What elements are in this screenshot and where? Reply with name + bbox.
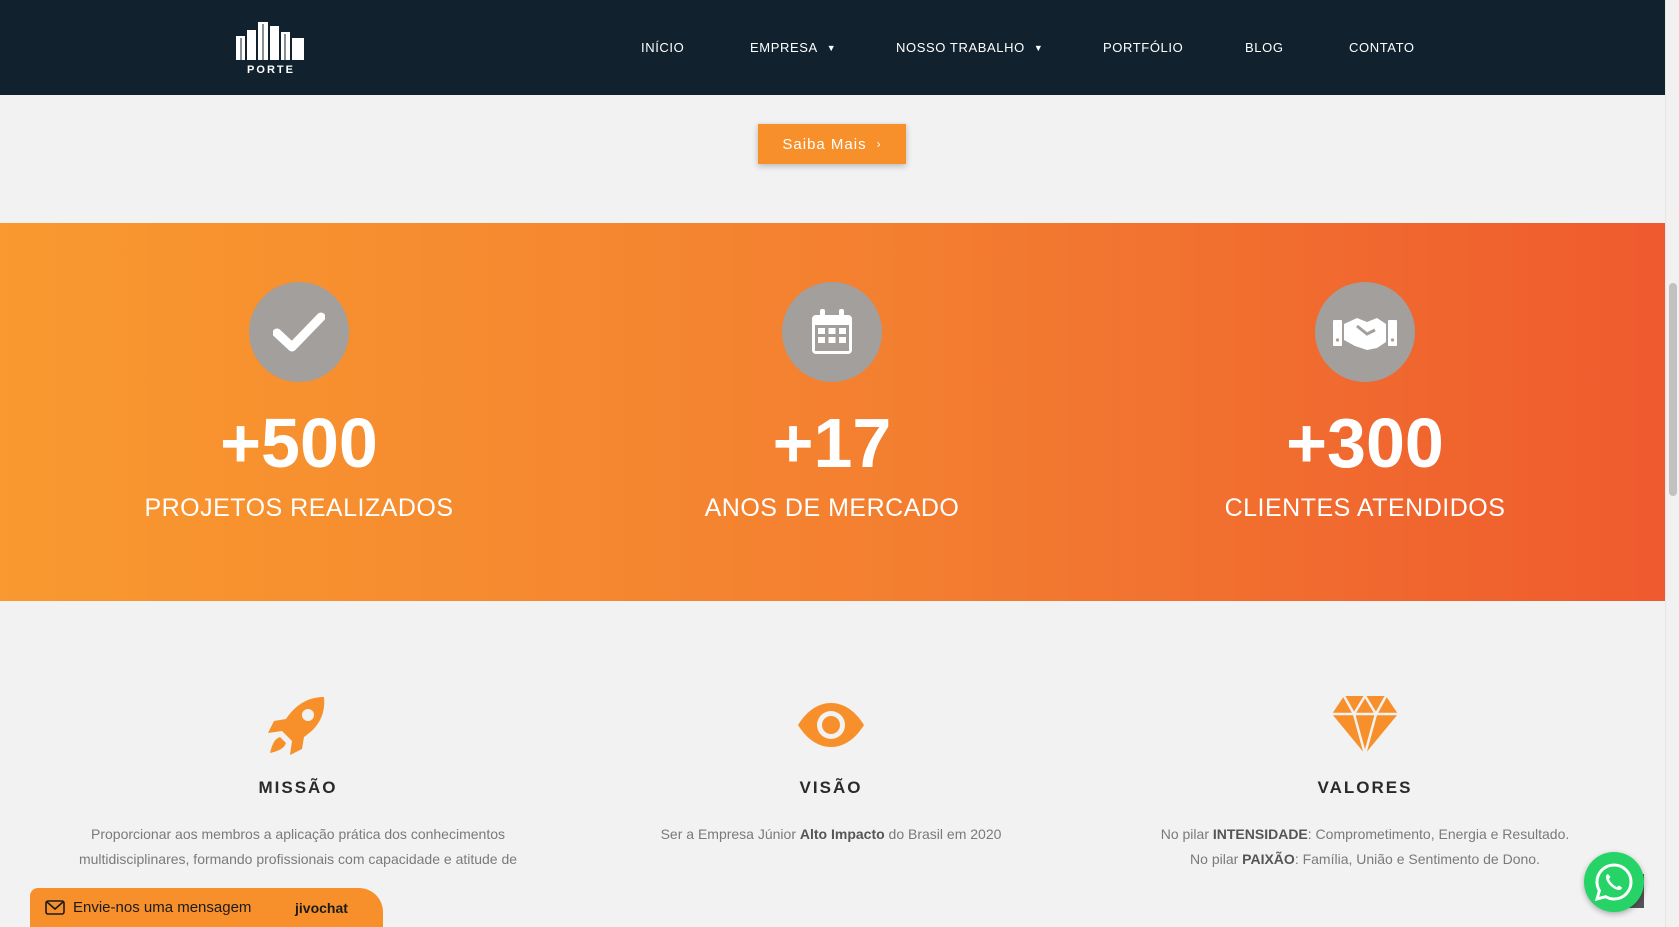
rocket-icon	[38, 690, 558, 760]
stat-projetos: +500 PROJETOS REALIZADOS	[49, 223, 549, 523]
chevron-right-icon: ›	[876, 137, 882, 151]
stat-value: +300	[1286, 404, 1444, 482]
card-text-bold: INTENSIDADE	[1212, 826, 1308, 842]
stat-value: +17	[772, 404, 892, 482]
nav-label: EMPRESA	[750, 40, 818, 55]
nav-label: PORTFÓLIO	[1103, 40, 1184, 55]
whatsapp-icon	[1594, 863, 1633, 902]
handshake-icon	[1315, 282, 1415, 382]
mission-card: MISSÃO Proporcionar aos membros a aplica…	[38, 690, 558, 872]
site-header: PORTE INÍCIO EMPRESA ▼ NOSSO TRABALHO ▼ …	[0, 0, 1665, 95]
card-line: No pilar PAIXÃO: Família, União e Sentim…	[1105, 847, 1625, 872]
calendar-icon	[782, 282, 882, 382]
card-title: VALORES	[1317, 778, 1413, 797]
card-text-bold: Alto Impacto	[799, 826, 885, 842]
logo-text: PORTE	[247, 64, 295, 76]
card-text-pre: No pilar	[1190, 851, 1243, 867]
nav-empresa[interactable]: EMPRESA ▼	[750, 40, 836, 55]
checkmark-icon	[249, 282, 349, 382]
stat-anos: +17 ANOS DE MERCADO	[582, 223, 1082, 523]
vision-card: VISÃO Ser a Empresa Júnior Alto Impacto …	[571, 690, 1091, 847]
chat-label: Envie-nos uma mensagem	[73, 899, 252, 916]
nav-label: CONTATO	[1349, 40, 1415, 55]
card-text-pre: Ser a Empresa Júnior	[660, 826, 800, 842]
nav-label: BLOG	[1245, 40, 1284, 55]
values-card: VALORES No pilar INTENSIDADE: Comprometi…	[1105, 690, 1625, 872]
envelope-icon	[45, 900, 65, 915]
stats-section: +500 PROJETOS REALIZADOS +17 ANOS DE MER…	[0, 223, 1665, 601]
chevron-down-icon: ▼	[826, 42, 837, 53]
card-text-bold: PAIXÃO	[1242, 851, 1295, 867]
stat-label: PROJETOS REALIZADOS	[144, 494, 454, 522]
nav-portfolio[interactable]: PORTFÓLIO	[1103, 40, 1183, 55]
nav-label: NOSSO TRABALHO	[896, 40, 1025, 55]
card-line: multidisciplinares, formando profissiona…	[78, 851, 518, 867]
porte-logo[interactable]: PORTE	[234, 20, 308, 76]
card-text-post: do Brasil em 2020	[884, 826, 1002, 842]
nav-inicio[interactable]: INÍCIO	[641, 40, 684, 55]
page-scrollbar[interactable]	[1665, 0, 1679, 927]
nav-contato[interactable]: CONTATO	[1349, 40, 1415, 55]
stat-label: ANOS DE MERCADO	[704, 494, 960, 522]
saiba-mais-button[interactable]: Saiba Mais ›	[758, 124, 906, 164]
card-text: No pilar INTENSIDADE: Comprometimento, E…	[1105, 822, 1625, 872]
nav-nosso-trabalho[interactable]: NOSSO TRABALHO ▼	[896, 40, 1043, 55]
card-text-post: : Família, União e Sentimento de Dono.	[1294, 851, 1540, 867]
nav-blog[interactable]: BLOG	[1245, 40, 1284, 55]
chat-widget-bar[interactable]: Envie-nos uma mensagem jivochat	[30, 888, 383, 927]
scrollbar-thumb[interactable]	[1669, 283, 1677, 496]
stat-clientes: +300 CLIENTES ATENDIDOS	[1115, 223, 1615, 523]
button-label: Saiba Mais	[782, 135, 867, 153]
card-text: Proporcionar aos membros a aplicação prá…	[38, 822, 558, 872]
jivochat-logo: jivochat	[295, 899, 348, 916]
card-line: Proporcionar aos membros a aplicação prá…	[91, 826, 505, 842]
stat-label: CLIENTES ATENDIDOS	[1224, 494, 1506, 522]
stat-value: +500	[220, 404, 378, 482]
card-line: No pilar INTENSIDADE: Comprometimento, E…	[1105, 822, 1625, 847]
card-title: MISSÃO	[258, 778, 338, 797]
eye-icon	[571, 690, 1091, 760]
whatsapp-button[interactable]	[1584, 852, 1644, 912]
chevron-down-icon: ▼	[1033, 42, 1044, 53]
nav-label: INÍCIO	[641, 40, 685, 55]
diamond-icon	[1105, 690, 1625, 760]
building-logo-icon	[236, 22, 304, 60]
card-text: Ser a Empresa Júnior Alto Impacto do Bra…	[571, 822, 1091, 847]
card-text-pre: No pilar	[1160, 826, 1213, 842]
card-text-post: : Comprometimento, Energia e Resultado.	[1307, 826, 1570, 842]
card-title: VISÃO	[799, 778, 863, 797]
